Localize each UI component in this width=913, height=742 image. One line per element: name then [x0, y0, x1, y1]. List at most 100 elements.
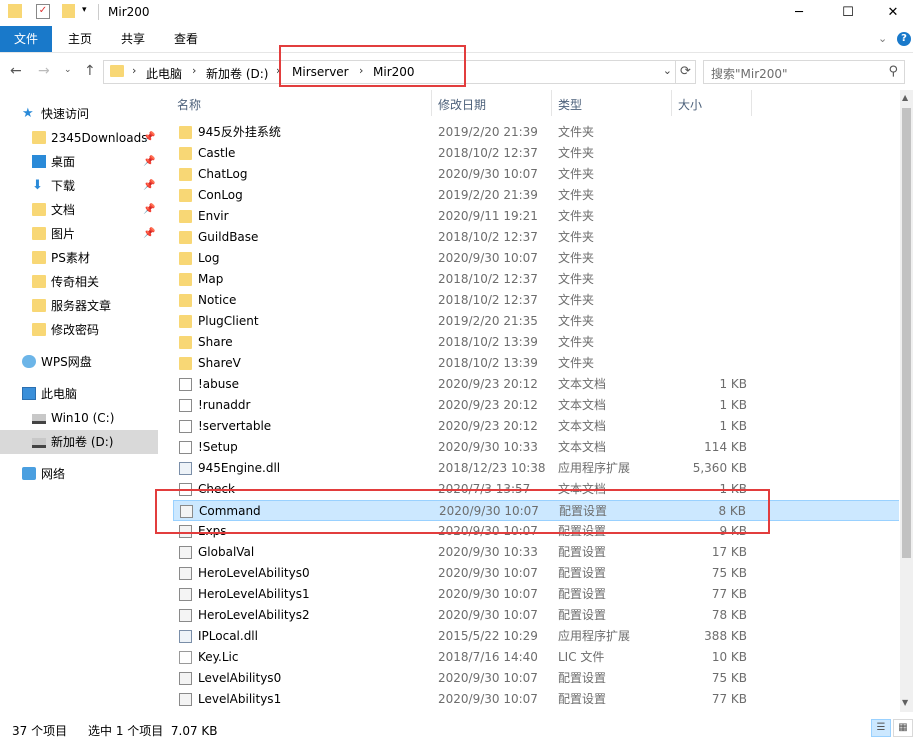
column-date[interactable]: 修改日期 [438, 96, 486, 113]
sidebar-item[interactable]: 传奇相关 [0, 270, 158, 294]
column-divider[interactable] [551, 90, 552, 116]
chevron-right-icon[interactable]: › [192, 64, 196, 77]
file-row[interactable]: !abuse 2020/9/23 20:12 文本文档 1 KB [173, 374, 899, 395]
breadcrumb-mirserver[interactable]: Mirserver [292, 65, 349, 79]
tab-share[interactable]: 共享 [115, 26, 151, 52]
sidebar-item[interactable]: 图片 📌 [0, 222, 158, 246]
chevron-right-icon[interactable]: › [359, 64, 363, 77]
sidebar-item[interactable]: ★ 快速访问 [0, 102, 158, 126]
chevron-right-icon[interactable]: › [276, 64, 280, 77]
column-divider[interactable] [671, 90, 672, 116]
pin-icon[interactable]: 📌 [143, 150, 155, 174]
file-row[interactable]: HeroLevelAbilitys0 2020/9/30 10:07 配置设置 75 … [173, 563, 899, 584]
file-row[interactable]: Map 2018/10/2 12:37 文件夹 [173, 269, 899, 290]
sidebar-item[interactable]: 服务器文章 [0, 294, 158, 318]
vertical-scrollbar[interactable]: ▲ ▼ [900, 90, 913, 712]
file-type: 应用程序扩展 [558, 461, 631, 475]
file-row[interactable]: !Setup 2020/9/30 10:33 文本文档 114 KB [173, 437, 899, 458]
minimize-button[interactable]: ─ [776, 0, 822, 26]
column-divider[interactable] [431, 90, 432, 116]
file-row[interactable]: ChatLog 2020/9/30 10:07 文件夹 [173, 164, 899, 185]
file-size: 75 KB [711, 566, 747, 580]
file-row[interactable]: Log 2020/9/30 10:07 文件夹 [173, 248, 899, 269]
pin-icon[interactable]: 📌 [143, 174, 155, 198]
close-button[interactable]: ✕ [870, 0, 913, 26]
file-row[interactable]: LevelAbilitys1 2020/9/30 10:07 配置设置 77 KB [173, 689, 899, 710]
file-row[interactable]: Command 2020/9/30 10:07 配置设置 8 KB [173, 500, 899, 521]
pin-icon[interactable]: 📌 [143, 126, 155, 150]
breadcrumb-this-pc[interactable]: 此电脑 [146, 65, 182, 82]
tab-file[interactable]: 文件 [0, 26, 52, 52]
sidebar-item[interactable]: 2345Downloads 📌 [0, 126, 158, 150]
breadcrumb-mir200[interactable]: Mir200 [373, 65, 415, 79]
search-icon[interactable]: ⚲ [888, 64, 898, 79]
sidebar-item[interactable]: 修改密码 [0, 318, 158, 342]
file-size: 10 KB [711, 650, 747, 664]
recent-locations-icon[interactable]: ⌄ [64, 65, 72, 75]
sidebar-item[interactable]: 新加卷 (D:) [0, 430, 158, 454]
pin-icon[interactable]: 📌 [143, 222, 155, 246]
file-row[interactable]: !runaddr 2020/9/23 20:12 文本文档 1 KB [173, 395, 899, 416]
sidebar-item[interactable]: 文档 📌 [0, 198, 158, 222]
file-row[interactable]: Castle 2018/10/2 12:37 文件夹 [173, 143, 899, 164]
breadcrumb-drive-d[interactable]: 新加卷 (D:) [206, 65, 268, 82]
column-size[interactable]: 大小 [678, 96, 702, 113]
file-row[interactable]: 945Engine.dll 2018/12/23 10:38 应用程序扩展 5,360… [173, 458, 899, 479]
search-input[interactable]: 搜索"Mir200" ⚲ [703, 60, 905, 84]
file-row[interactable]: HeroLevelAbilitys2 2020/9/30 10:07 配置设置 78 … [173, 605, 899, 626]
ribbon-expand-icon[interactable]: ⌄ [878, 32, 887, 45]
folder-icon [179, 315, 192, 328]
file-row[interactable]: LevelAbilitys0 2020/9/30 10:07 配置设置 75 KB [173, 668, 899, 689]
file-row[interactable]: Envir 2020/9/11 19:21 文件夹 [173, 206, 899, 227]
file-row[interactable]: 945反外挂系统 2019/2/20 21:39 文件夹 [173, 122, 899, 143]
sidebar-item[interactable]: PS素材 [0, 246, 158, 270]
scroll-up-icon[interactable]: ▲ [902, 93, 908, 102]
sidebar-item[interactable]: WPS网盘 [0, 350, 158, 374]
file-row[interactable]: Notice 2018/10/2 12:37 文件夹 [173, 290, 899, 311]
file-name: Share [198, 335, 233, 349]
file-row[interactable]: HeroLevelAbilitys1 2020/9/30 10:07 配置设置 77 … [173, 584, 899, 605]
refresh-icon[interactable]: ⟳ [676, 60, 696, 84]
new-folder-icon[interactable] [62, 4, 75, 18]
file-row[interactable]: Exps 2020/9/30 10:07 配置设置 9 KB [173, 521, 899, 542]
file-row[interactable]: ShareV 2018/10/2 13:39 文件夹 [173, 353, 899, 374]
tab-view[interactable]: 查看 [168, 26, 204, 52]
file-row[interactable]: Key.Lic 2018/7/16 14:40 LIC 文件 10 KB [173, 647, 899, 668]
address-bar[interactable]: › 此电脑 › 新加卷 (D:) › Mirserver › Mir200 ⌄ [103, 60, 676, 84]
sidebar-item[interactable]: 此电脑 [0, 382, 158, 406]
file-row[interactable]: GuildBase 2018/10/2 12:37 文件夹 [173, 227, 899, 248]
forward-icon[interactable]: → [38, 63, 50, 79]
config-file-icon [180, 505, 193, 518]
file-row[interactable]: GlobalVal 2020/9/30 10:33 配置设置 17 KB [173, 542, 899, 563]
file-name: GlobalVal [198, 545, 255, 559]
file-row[interactable]: LevelAbilitys2 2020/9/30 10:07 配置设置 78 KB [173, 710, 899, 712]
sidebar-item-label: 新加卷 (D:) [51, 435, 114, 449]
sidebar-item[interactable]: Win10 (C:) [0, 406, 158, 430]
column-type[interactable]: 类型 [558, 96, 582, 113]
back-icon[interactable]: ← [10, 63, 22, 79]
properties-icon[interactable]: ✓ [36, 4, 50, 19]
maximize-button[interactable]: ☐ [825, 0, 871, 26]
sidebar-item[interactable]: 网络 [0, 462, 158, 486]
file-row[interactable]: !servertable 2020/9/23 20:12 文本文档 1 KB [173, 416, 899, 437]
address-dropdown-icon[interactable]: ⌄ [663, 64, 672, 77]
scroll-thumb[interactable] [902, 108, 911, 558]
chevron-right-icon[interactable]: › [132, 64, 136, 77]
help-icon[interactable]: ? [897, 32, 911, 46]
pin-icon[interactable]: 📌 [143, 198, 155, 222]
sidebar-item[interactable]: ⬇ 下载 📌 [0, 174, 158, 198]
file-row[interactable]: PlugClient 2019/2/20 21:35 文件夹 [173, 311, 899, 332]
file-row[interactable]: ConLog 2019/2/20 21:39 文件夹 [173, 185, 899, 206]
scroll-down-icon[interactable]: ▼ [902, 698, 908, 707]
sidebar-item[interactable]: 桌面 📌 [0, 150, 158, 174]
tab-home[interactable]: 主页 [62, 26, 98, 52]
file-row[interactable]: Check 2020/7/3 13:57 文本文档 1 KB [173, 479, 899, 500]
column-name[interactable]: 名称 [177, 96, 201, 113]
details-view-icon[interactable]: ☰ [871, 719, 891, 737]
file-row[interactable]: Share 2018/10/2 13:39 文件夹 [173, 332, 899, 353]
up-icon[interactable]: ↑ [84, 63, 96, 79]
column-divider[interactable] [751, 90, 752, 116]
large-icons-view-icon[interactable]: ▦ [893, 719, 913, 737]
quick-access-dropdown-icon[interactable]: ▾ [82, 5, 87, 15]
file-row[interactable]: IPLocal.dll 2015/5/22 10:29 应用程序扩展 388 KB [173, 626, 899, 647]
